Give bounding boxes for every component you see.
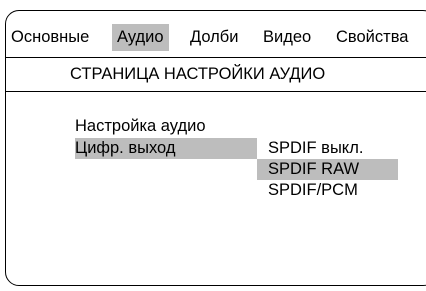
tab-dolby[interactable]: Долби bbox=[185, 24, 243, 51]
tab-bar: Основные Аудио Долби Видео Свойства bbox=[6, 11, 426, 58]
tab-video[interactable]: Видео bbox=[258, 24, 316, 51]
option-spdif-raw[interactable]: SPDIF RAW bbox=[257, 159, 398, 180]
osd-setup-screen: Основные Аудио Долби Видео Свойства СТРА… bbox=[5, 10, 426, 286]
tab-audio[interactable]: Аудио bbox=[112, 24, 169, 51]
tab-properties[interactable]: Свойства bbox=[331, 24, 413, 51]
menu-heading: Настройка аудио bbox=[75, 117, 206, 135]
menu-item-digital-output[interactable]: Цифр. выход bbox=[75, 138, 257, 159]
tab-main[interactable]: Основные bbox=[6, 24, 94, 51]
page-title: СТРАНИЦА НАСТРОЙКИ АУДИО bbox=[6, 58, 426, 92]
option-spdif-off[interactable]: SPDIF выкл. bbox=[257, 138, 363, 159]
option-spdif-pcm[interactable]: SPDIF/PCM bbox=[257, 180, 358, 201]
